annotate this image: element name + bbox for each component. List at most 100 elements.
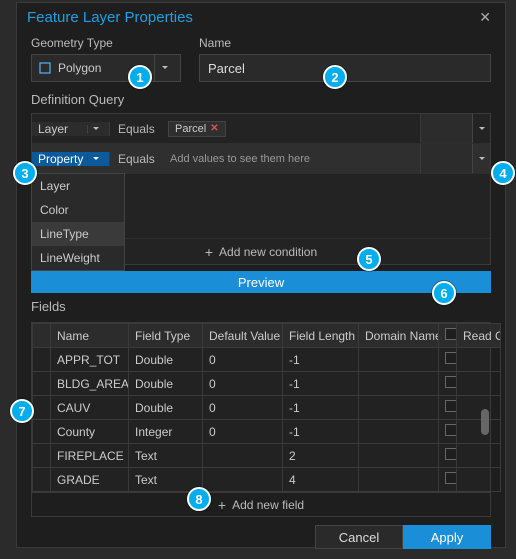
table-row[interactable]: FIREPLACEText2 <box>33 444 501 468</box>
cell-check <box>439 348 457 372</box>
cell-domain <box>359 444 439 468</box>
condition-field-dropdown[interactable]: Property <box>32 152 110 166</box>
col-readonly[interactable]: Read Only <box>457 324 501 348</box>
apply-button[interactable]: Apply <box>403 525 491 549</box>
cell-length: -1 <box>283 396 359 420</box>
cell-default <box>203 468 283 492</box>
cell-length: 4 <box>283 468 359 492</box>
preview-button[interactable]: Preview <box>31 271 491 293</box>
checkbox-icon[interactable] <box>445 328 457 340</box>
cell-check <box>439 396 457 420</box>
cell-default <box>203 444 283 468</box>
table-row[interactable]: BLDG_AREADouble0-1 <box>33 372 501 396</box>
condition-extra-dropdown[interactable] <box>420 144 490 173</box>
cancel-button[interactable]: Cancel <box>315 525 403 549</box>
condition-row: Property Equals Add values to see them h… <box>32 144 490 174</box>
cell-type: Double <box>129 348 203 372</box>
table-row[interactable]: CountyInteger0-1 <box>33 420 501 444</box>
cell-domain <box>359 468 439 492</box>
col-length[interactable]: Field Length <box>283 324 359 348</box>
chevron-down-icon <box>154 55 174 81</box>
col-check <box>439 324 457 348</box>
titlebar: Feature Layer Properties ✕ <box>17 3 505 30</box>
checkbox-icon[interactable] <box>445 352 457 364</box>
checkbox-icon[interactable] <box>445 448 457 460</box>
close-icon[interactable]: ✕ <box>475 9 495 26</box>
add-field-button[interactable]: + Add new field <box>31 493 491 517</box>
chip-label: Parcel <box>175 123 206 135</box>
callout-6: 6 <box>432 281 456 305</box>
field-dropdown-menu: Layer Color LineType LineWeight <box>31 173 125 271</box>
callout-8: 8 <box>187 487 211 511</box>
fields-section: Name Field Type Default Value Field Leng… <box>31 322 491 517</box>
cell-name: GRADE <box>51 468 129 492</box>
callout-1: 1 <box>128 65 152 89</box>
cell-length: -1 <box>283 348 359 372</box>
add-condition-label: Add new condition <box>219 245 317 259</box>
table-row[interactable]: APPR_TOTDouble0-1 <box>33 348 501 372</box>
callout-3: 3 <box>13 161 37 185</box>
condition-value-chip[interactable]: Parcel ✕ <box>168 121 226 137</box>
condition-operator: Equals <box>110 152 164 166</box>
table-row[interactable]: GRADEText 4 <box>33 468 501 492</box>
checkbox-icon[interactable] <box>445 400 457 412</box>
table-row[interactable]: CAUVDouble0-1 <box>33 396 501 420</box>
polygon-icon <box>38 61 52 75</box>
condition-field-value: Layer <box>38 122 68 136</box>
condition-extra-dropdown[interactable] <box>420 114 490 143</box>
geometry-value: Polygon <box>58 61 101 75</box>
cell-default: 0 <box>203 396 283 420</box>
chevron-down-icon <box>472 144 490 173</box>
cell-type: Double <box>129 396 203 420</box>
cell-type: Double <box>129 372 203 396</box>
cell-name: FIREPLACE <box>51 444 129 468</box>
chevron-down-icon <box>472 114 490 143</box>
cell-type: Text <box>129 444 203 468</box>
condition-operator: Equals <box>110 122 164 136</box>
col-name[interactable]: Name <box>51 324 129 348</box>
cell-check <box>439 372 457 396</box>
dropdown-item[interactable]: Layer <box>32 174 124 198</box>
col-default[interactable]: Default Value <box>203 324 283 348</box>
callout-4: 4 <box>491 161 515 185</box>
fields-table: Name Field Type Default Value Field Leng… <box>31 322 491 493</box>
cell-domain <box>359 420 439 444</box>
footer: Cancel Apply <box>17 517 505 559</box>
cell-default: 0 <box>203 420 283 444</box>
cell-domain <box>359 348 439 372</box>
chevron-down-icon <box>87 155 103 163</box>
cell-name: BLDG_AREA <box>51 372 129 396</box>
chevron-down-icon <box>87 125 103 133</box>
cell-name: APPR_TOT <box>51 348 129 372</box>
col-fieldtype[interactable]: Field Type <box>129 324 203 348</box>
cell-default: 0 <box>203 348 283 372</box>
dialog: Feature Layer Properties ✕ Geometry Type… <box>16 2 506 548</box>
checkbox-icon[interactable] <box>445 472 457 484</box>
preview-label: Preview <box>238 275 284 290</box>
condition-field-value: Property <box>38 152 83 166</box>
dropdown-item[interactable]: LineWeight <box>32 246 124 270</box>
condition-row: Layer Equals Parcel ✕ <box>32 114 490 144</box>
add-field-label: Add new field <box>232 498 304 512</box>
chip-remove-icon[interactable]: ✕ <box>210 123 218 134</box>
callout-5: 5 <box>357 247 381 271</box>
checkbox-icon[interactable] <box>445 376 457 388</box>
geometry-type-dropdown[interactable]: Polygon <box>31 54 181 82</box>
top-section: Geometry Type Polygon Name <box>17 30 505 82</box>
checkbox-icon[interactable] <box>445 424 457 436</box>
plus-icon: + <box>205 245 213 259</box>
cell-default: 0 <box>203 372 283 396</box>
name-label: Name <box>199 36 491 50</box>
dropdown-item[interactable]: Color <box>32 198 124 222</box>
dropdown-item[interactable]: LineType <box>32 222 124 246</box>
cell-type: Text <box>129 468 203 492</box>
col-domain[interactable]: Domain Name <box>359 324 439 348</box>
cell-check <box>439 468 457 492</box>
definition-query-label: Definition Query <box>17 82 505 111</box>
condition-hint: Add values to see them here <box>164 153 310 165</box>
callout-2: 2 <box>323 65 347 89</box>
cell-domain <box>359 372 439 396</box>
cell-length: -1 <box>283 372 359 396</box>
condition-field-dropdown[interactable]: Layer <box>32 122 110 136</box>
scrollbar-thumb[interactable] <box>481 409 489 435</box>
